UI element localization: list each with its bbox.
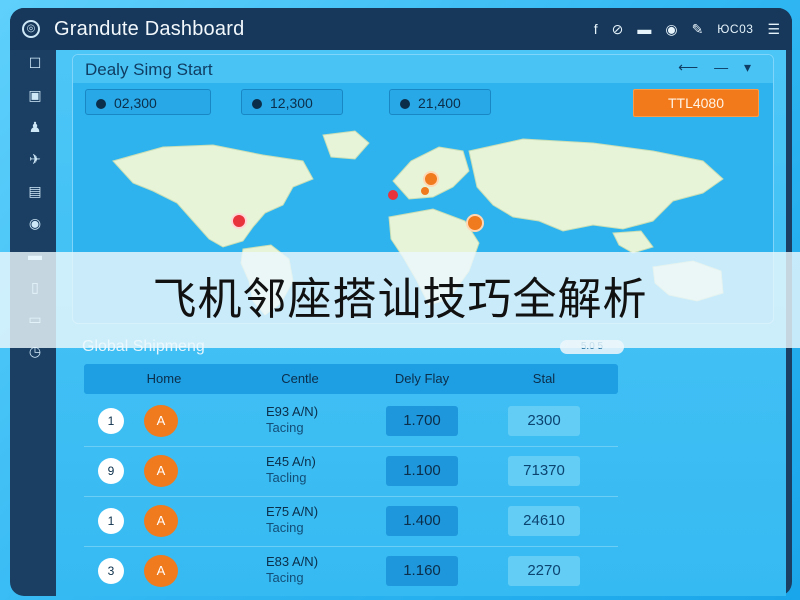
menu-icon[interactable]: ☰: [767, 21, 780, 38]
top-code-label: ЮC03: [717, 22, 754, 36]
row-flight: E83 A/N) Tacing: [266, 554, 318, 586]
sidebar-globe-icon[interactable]: ◉: [26, 214, 44, 232]
panel-controls[interactable]: ⟵ — ▾: [678, 59, 757, 76]
stat-box-3[interactable]: 21,400: [389, 89, 491, 115]
table-row[interactable]: 3 A E83 A/N) Tacing 1.160 2270: [84, 546, 618, 596]
warning-icon: A: [144, 505, 178, 537]
header-stal[interactable]: Stal: [484, 364, 604, 394]
user-icon[interactable]: ◉: [665, 21, 677, 38]
top-icons: f ⊘ ▬ ◉ ✎ ЮC03 ☰: [594, 21, 780, 38]
row-number: 1: [98, 508, 124, 534]
row-flight-status: Tacling: [266, 470, 307, 485]
row-flight-code: E75 A/N): [266, 504, 319, 519]
panel-title: Dealy Simg Start: [85, 60, 213, 79]
stat-value: 12,300: [270, 95, 313, 111]
action-button[interactable]: TTL4080: [633, 89, 759, 117]
table-row[interactable]: 9 A E45 A/n) Tacling 1.100 71370: [84, 446, 618, 497]
overlay-title: 飞机邻座搭讪技巧全解析: [152, 274, 648, 325]
table-header: Home Centle Dely Flay Stal: [84, 364, 618, 394]
panel-header: Dealy Simg Start ⟵ — ▾: [73, 55, 773, 83]
app-title: Grandute Dashboard: [54, 17, 245, 40]
message-icon[interactable]: ▬: [637, 21, 651, 37]
row-stat-value: 24610: [508, 506, 580, 536]
row-delay-value: 1.400: [386, 506, 458, 536]
marker-orange-middle-east: [466, 214, 484, 232]
row-flight-status: Tacing: [266, 520, 304, 535]
marker-red-america: [231, 213, 247, 229]
title-overlay-banner: 飞机邻座搭讪技巧全解析: [0, 252, 800, 348]
sidebar-flight-icon[interactable]: ✈: [26, 150, 44, 168]
stat-value: 02,300: [114, 95, 157, 111]
table-row[interactable]: 1 A E75 A/N) Tacing 1.400 24610: [84, 496, 618, 547]
stat-icon: [252, 99, 262, 109]
north-america-shape: [112, 144, 314, 248]
row-number: 1: [98, 408, 124, 434]
row-number: 3: [98, 558, 124, 584]
facebook-icon[interactable]: f: [594, 21, 598, 37]
header-delay[interactable]: Dely Flay: [362, 364, 482, 394]
greenland-shape: [322, 130, 370, 160]
row-delay-value: 1.100: [386, 456, 458, 486]
warning-icon: A: [144, 555, 178, 587]
stat-box-2[interactable]: 12,300: [241, 89, 343, 115]
app-logo-icon: ◎: [22, 20, 40, 38]
table-row[interactable]: 1 A E93 A/N) Tacing 1.700 2300: [84, 396, 618, 447]
row-flight-status: Tacing: [266, 570, 304, 585]
row-stat-value: 71370: [508, 456, 580, 486]
sidebar-list-icon[interactable]: ▤: [26, 182, 44, 200]
row-delay-value: 1.700: [386, 406, 458, 436]
row-flight-status: Tacing: [266, 420, 304, 435]
header-home[interactable]: Home: [104, 364, 224, 394]
sidebar-user-icon[interactable]: ♟: [26, 118, 44, 136]
row-flight-code: E83 A/N): [266, 554, 319, 569]
warning-icon: A: [144, 405, 178, 437]
row-stat-value: 2300: [508, 406, 580, 436]
stat-box-1[interactable]: 02,300: [85, 89, 211, 115]
row-delay-value: 1.160: [386, 556, 458, 586]
stat-icon: [400, 99, 410, 109]
top-bar: ◎ Grandute Dashboard f ⊘ ▬ ◉ ✎ ЮC03 ☰: [10, 8, 792, 50]
sidebar-dashboard-icon[interactable]: ☐: [26, 54, 44, 72]
header-centle[interactable]: Centle: [240, 364, 360, 394]
settings-icon[interactable]: ⊘: [612, 21, 624, 38]
row-stat-value: 2270: [508, 556, 580, 586]
row-flight: E45 A/n) Tacling: [266, 454, 316, 486]
row-flight: E93 A/N) Tacing: [266, 404, 318, 436]
row-flight-code: E93 A/N): [266, 404, 319, 419]
asia-shape: [468, 138, 724, 232]
marker-red-europe: [388, 190, 398, 200]
stat-icon: [96, 99, 106, 109]
sidebar-grid-icon[interactable]: ▣: [26, 86, 44, 104]
row-flight-code: E45 A/n): [266, 454, 316, 469]
row-flight: E75 A/N) Tacing: [266, 504, 318, 536]
warning-icon: A: [144, 455, 178, 487]
southeast-asia-shape: [612, 230, 654, 254]
row-number: 9: [98, 458, 124, 484]
edit-icon[interactable]: ✎: [692, 21, 704, 38]
marker-orange-europe-2: [421, 187, 429, 195]
stat-value: 21,400: [418, 95, 461, 111]
marker-orange-europe-1: [423, 171, 439, 187]
